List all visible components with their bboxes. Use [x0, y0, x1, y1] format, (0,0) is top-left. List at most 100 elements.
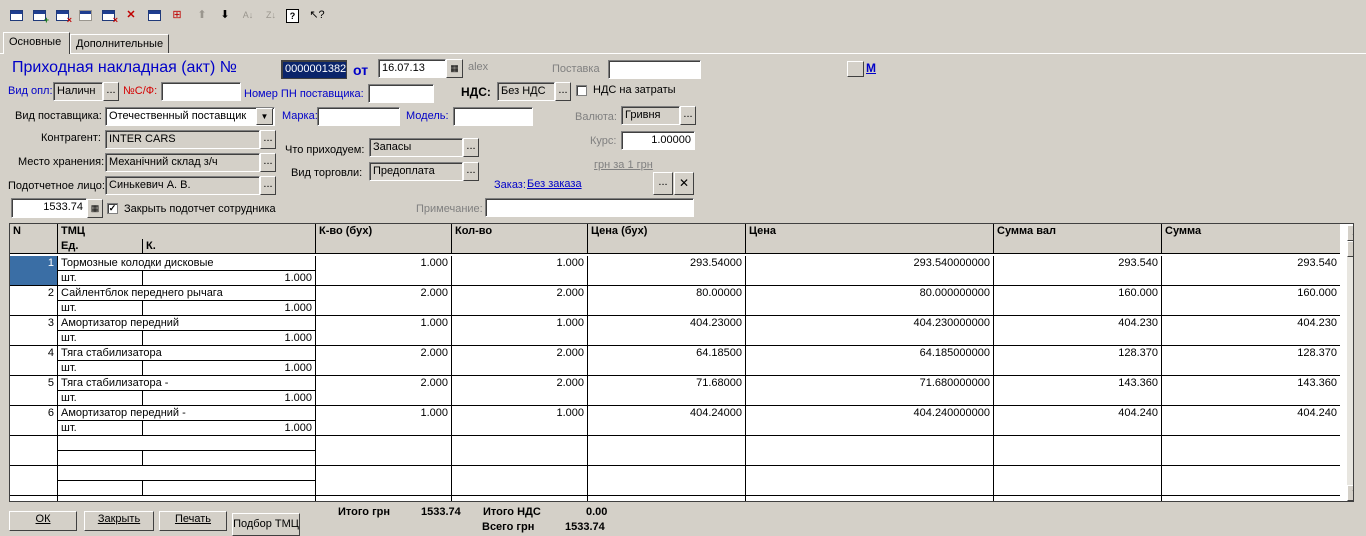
item-sum[interactable]: 128.370	[1162, 346, 1340, 376]
calculator-icon[interactable]: ▦	[87, 199, 103, 218]
item-name[interactable]	[58, 466, 316, 481]
item-qty[interactable]: 2.000	[452, 376, 588, 406]
item-qty[interactable]: 1.000	[452, 256, 588, 286]
col-header-n[interactable]: N	[10, 224, 58, 254]
row-number[interactable]	[10, 496, 58, 501]
item-name[interactable]: Амортизатор передний	[58, 316, 316, 331]
item-unit[interactable]	[58, 481, 143, 496]
remove-item-icon[interactable]: ✕	[123, 7, 139, 23]
invoice-field[interactable]	[161, 82, 241, 101]
item-sum-cur[interactable]: 143.360	[994, 376, 1162, 406]
col-header-sum-cur[interactable]: Сумма вал	[994, 224, 1162, 254]
order-link[interactable]: Без заказа	[527, 177, 582, 191]
item-price-acc[interactable]	[588, 466, 746, 496]
select-tmc-button[interactable]: Подбор ТМЦ	[232, 513, 300, 536]
item-price-acc[interactable]: 293.54000	[588, 256, 746, 286]
item-unit[interactable]	[58, 451, 143, 466]
item-unit[interactable]: шт.	[58, 271, 143, 286]
item-qty-acc[interactable]: 1.000	[316, 406, 452, 436]
tab-main[interactable]: Основные	[3, 32, 70, 54]
col-header-price[interactable]: Цена	[746, 224, 994, 254]
supplier-type-select[interactable]: Отечественный поставщик	[105, 107, 275, 126]
row-number[interactable]	[10, 466, 58, 496]
item-sum[interactable]: 293.540	[1162, 256, 1340, 286]
item-k[interactable]: 1.000	[143, 271, 316, 286]
counterparty-select-button[interactable]: ...	[260, 130, 276, 149]
calendar-icon[interactable]: ▦	[446, 59, 463, 78]
date-field[interactable]: 16.07.13	[378, 59, 446, 78]
delete-doc-icon[interactable]: ×	[100, 7, 118, 25]
item-sum[interactable]: 404.230	[1162, 316, 1340, 346]
item-name[interactable]: Амортизатор передний -	[58, 406, 316, 421]
col-header-qty-acc[interactable]: К-во (бух)	[316, 224, 452, 254]
vat-select-button[interactable]: ...	[555, 82, 571, 101]
item-k[interactable]: 1.000	[143, 421, 316, 436]
item-sum-cur[interactable]: 160.000	[994, 286, 1162, 316]
item-k[interactable]	[143, 481, 316, 496]
accountable-field[interactable]: Синькевич А. В.	[105, 176, 260, 195]
m-link[interactable]: М	[866, 61, 876, 75]
storage-field[interactable]: Механічний склад з/ч	[105, 153, 260, 172]
col-header-price-acc[interactable]: Цена (бух)	[588, 224, 746, 254]
item-name[interactable]: Тяга стабилизатора	[58, 346, 316, 361]
item-price[interactable]: 404.240000000	[746, 406, 994, 436]
m-button[interactable]	[847, 61, 864, 77]
item-price[interactable]: 71.680000000	[746, 376, 994, 406]
scroll-down-icon[interactable]: ▼	[1347, 485, 1353, 501]
item-qty-acc[interactable]	[316, 466, 452, 496]
trade-type-select-button[interactable]: ...	[463, 162, 479, 181]
brand-field[interactable]	[317, 107, 400, 126]
close-icon[interactable]: ✕	[674, 172, 694, 195]
close-report-checkbox[interactable]: ✓	[107, 203, 118, 214]
order-select-button[interactable]: ...	[653, 172, 673, 195]
item-sum-cur[interactable]	[994, 436, 1162, 466]
scroll-thumb[interactable]	[1347, 241, 1353, 257]
what-select-button[interactable]: ...	[463, 138, 479, 157]
item-price-acc[interactable]: 404.24000	[588, 406, 746, 436]
item-name[interactable]: Тормозные колодки дисковые	[58, 256, 316, 271]
item-k[interactable]: 1.000	[143, 301, 316, 316]
item-sum-cur[interactable]: 404.240	[994, 406, 1162, 436]
item-unit[interactable]: шт.	[58, 421, 143, 436]
item-unit[interactable]: шт.	[58, 391, 143, 406]
item-qty[interactable]: 1.000	[452, 406, 588, 436]
item-name[interactable]	[58, 436, 316, 451]
supplier-pn-field[interactable]	[368, 84, 434, 103]
item-k[interactable]: 1.000	[143, 361, 316, 376]
currency-select-button[interactable]: ...	[680, 106, 696, 125]
item-sum-cur[interactable]	[994, 496, 1162, 501]
item-sum[interactable]: 143.360	[1162, 376, 1340, 406]
edit-doc-icon[interactable]	[146, 7, 162, 23]
item-price[interactable]: 64.185000000	[746, 346, 994, 376]
item-price-acc[interactable]: 80.00000	[588, 286, 746, 316]
print-button[interactable]: Печать	[159, 511, 227, 531]
row-number[interactable]: 1	[10, 256, 58, 286]
insert-row-icon[interactable]: ⊞	[169, 7, 185, 23]
item-unit[interactable]: шт.	[58, 301, 143, 316]
copy-row-icon[interactable]	[77, 7, 93, 23]
item-qty-acc[interactable]: 1.000	[316, 256, 452, 286]
item-unit[interactable]: шт.	[58, 361, 143, 376]
row-number[interactable]: 2	[10, 286, 58, 316]
amount-field[interactable]: 1533.74	[11, 198, 87, 218]
col-header-tmc[interactable]: ТМЦ	[58, 224, 316, 239]
sort-asc-icon[interactable]: A↓	[240, 7, 256, 23]
item-price[interactable]: 80.000000000	[746, 286, 994, 316]
note-field[interactable]	[485, 198, 694, 217]
col-header-unit[interactable]: Ед.	[58, 239, 143, 254]
item-price-acc[interactable]: 404.23000	[588, 316, 746, 346]
item-k[interactable]	[143, 451, 316, 466]
item-sum-cur[interactable]	[994, 466, 1162, 496]
tab-additional[interactable]: Дополнительные	[70, 34, 169, 53]
what-field[interactable]: Запасы	[369, 138, 463, 157]
item-k[interactable]: 1.000	[143, 391, 316, 406]
item-price-acc[interactable]	[588, 496, 746, 501]
row-number[interactable]: 6	[10, 406, 58, 436]
item-qty[interactable]: 1.000	[452, 316, 588, 346]
item-sum[interactable]: 160.000	[1162, 286, 1340, 316]
row-number[interactable]: 5	[10, 376, 58, 406]
item-qty-acc[interactable]	[316, 436, 452, 466]
item-name[interactable]	[58, 496, 316, 501]
item-qty-acc[interactable]: 1.000	[316, 316, 452, 346]
item-price[interactable]	[746, 436, 994, 466]
